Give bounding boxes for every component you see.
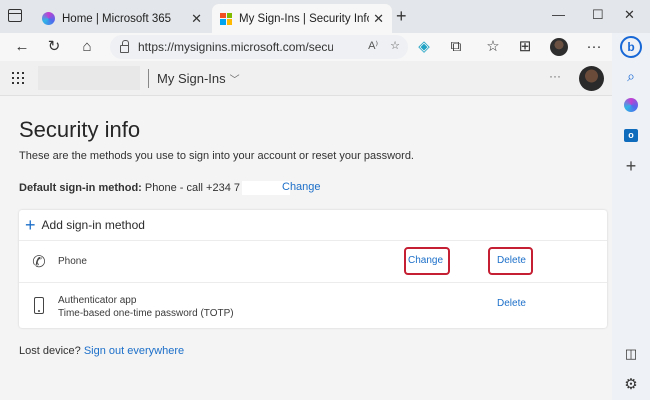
- organization-logo[interactable]: [38, 66, 140, 90]
- page-title: Security info: [19, 117, 141, 142]
- delete-authenticator-button[interactable]: Delete: [497, 298, 526, 309]
- tab-strip: Home | Microsoft 365 ✕ My Sign-Ins | Sec…: [0, 0, 650, 33]
- minimize-icon[interactable]: —: [552, 7, 565, 22]
- page-header: My Sign-Ins ﹀ ···: [0, 61, 612, 96]
- back-icon[interactable]: ←: [12, 37, 32, 57]
- browser-toolbar: ← ↻ ⌂ https://mysignins.microsoft.com/se…: [0, 33, 612, 61]
- window-close-icon[interactable]: ✕: [624, 7, 635, 23]
- favorites-icon[interactable]: ☆: [483, 37, 503, 57]
- microsoft-logo-icon: [220, 12, 232, 25]
- add-sign-in-method-button[interactable]: + Add sign-in method: [19, 210, 607, 241]
- settings-icon[interactable]: ⚙: [620, 373, 642, 395]
- add-icon[interactable]: +: [620, 155, 642, 177]
- page-description: These are the methods you use to sign in…: [19, 150, 414, 162]
- collections-icon[interactable]: ⊞: [515, 37, 535, 57]
- read-aloud-icon[interactable]: A⁾: [368, 39, 378, 52]
- header-more-icon[interactable]: ···: [549, 69, 561, 83]
- add-method-label: Add sign-in method: [41, 218, 145, 232]
- refresh-icon[interactable]: ↻: [44, 37, 64, 57]
- sign-out-everywhere-link[interactable]: Sign out everywhere: [84, 345, 184, 357]
- edge-sidebar: b ⌕ o + ◫ ⚙: [612, 33, 650, 400]
- default-method-value: Phone - call +234 7: [144, 181, 240, 194]
- close-tab-icon[interactable]: ✕: [191, 11, 202, 27]
- tab-title: My Sign-Ins | Security Info | Microsoft: [239, 12, 369, 25]
- method-name: Phone: [58, 256, 87, 267]
- plus-icon: +: [25, 215, 36, 235]
- search-icon[interactable]: ⌕: [620, 65, 642, 87]
- address-text[interactable]: https://mysignins.microsoft.com/security…: [138, 40, 333, 54]
- app-title-text: My Sign-Ins: [157, 71, 226, 86]
- close-tab-icon[interactable]: ✕: [373, 11, 384, 27]
- maximize-icon[interactable]: ☐: [592, 7, 604, 23]
- lock-icon[interactable]: [120, 39, 129, 53]
- phone-icon: ✆: [32, 254, 46, 271]
- home-icon[interactable]: ⌂: [77, 37, 97, 57]
- page-content: My Sign-Ins ﹀ ··· Security info These are…: [0, 61, 612, 400]
- app-launcher-icon[interactable]: [12, 72, 24, 84]
- chevron-down-icon: ﹀: [229, 75, 240, 86]
- sign-in-methods-list: + Add sign-in method ✆ Phone Change Dele…: [19, 210, 607, 328]
- method-name: Authenticator app: [58, 295, 137, 306]
- address-bar[interactable]: https://mysignins.microsoft.com/security…: [110, 35, 408, 59]
- profile-avatar[interactable]: [550, 38, 570, 56]
- microsoft-365-icon[interactable]: [620, 94, 642, 116]
- lost-device-label: Lost device?: [19, 345, 81, 357]
- default-method-label: Default sign-in method:: [19, 181, 142, 194]
- method-detail: Time-based one-time password (TOTP): [58, 308, 234, 319]
- new-tab-button[interactable]: +: [396, 6, 407, 27]
- outlook-icon[interactable]: o: [620, 124, 642, 146]
- microsoft-365-icon: [42, 12, 55, 25]
- tab-title: Home | Microsoft 365: [62, 12, 172, 25]
- mobile-device-icon: [31, 295, 47, 315]
- account-avatar[interactable]: [579, 66, 604, 91]
- app-title[interactable]: My Sign-Ins ﹀: [157, 71, 240, 86]
- tab-actions-icon[interactable]: [8, 9, 22, 22]
- sidebar-toggle-icon[interactable]: ◫: [620, 343, 642, 365]
- bing-copilot-icon[interactable]: b: [619, 35, 643, 59]
- extensions-icon[interactable]: ⧉: [446, 37, 466, 57]
- lost-device: Lost device? Sign out everywhere: [19, 345, 184, 357]
- tracker-shield-icon[interactable]: ◈: [414, 37, 434, 57]
- change-default-method-link[interactable]: Change: [282, 181, 321, 193]
- tab-my-sign-ins[interactable]: My Sign-Ins | Security Info | Microsoft …: [212, 4, 392, 33]
- delete-phone-button[interactable]: Delete: [497, 255, 526, 266]
- tab-home-microsoft-365[interactable]: Home | Microsoft 365 ✕: [34, 4, 210, 33]
- default-sign-in-method: Default sign-in method: Phone - call +23…: [19, 181, 292, 195]
- method-row-authenticator: Authenticator app Time-based one-time pa…: [19, 284, 607, 326]
- favorite-add-icon[interactable]: ☆: [390, 39, 400, 52]
- more-icon[interactable]: ···: [584, 37, 604, 57]
- method-row-phone: ✆ Phone Change Delete: [19, 241, 607, 283]
- change-phone-button[interactable]: Change: [408, 255, 443, 266]
- header-divider: [148, 69, 149, 88]
